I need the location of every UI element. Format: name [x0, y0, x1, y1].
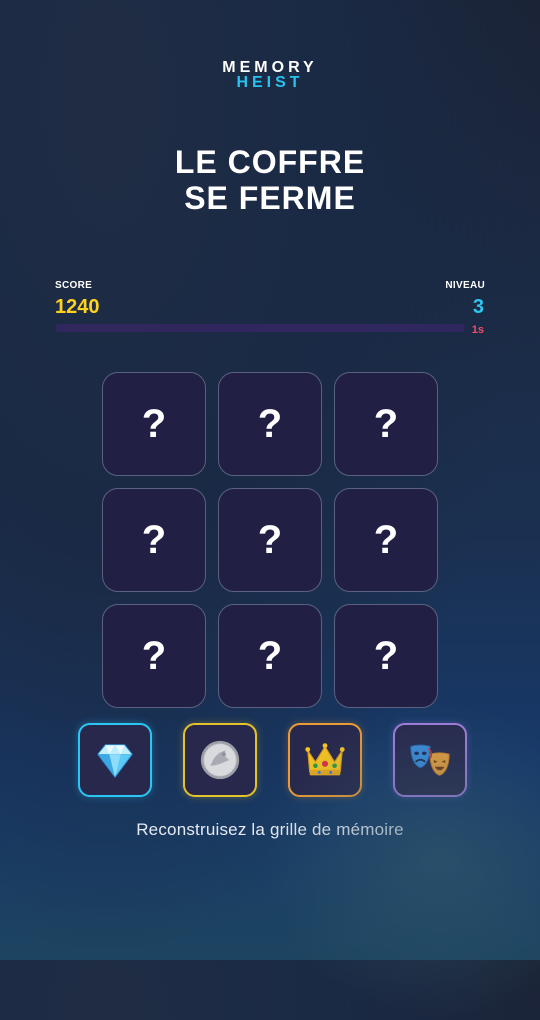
grid-tile[interactable]: ?	[334, 604, 438, 708]
grid-tile[interactable]: ?	[102, 372, 206, 476]
grid-tile[interactable]: ?	[102, 604, 206, 708]
instruction-text: Reconstruisez la grille de mémoire	[136, 820, 404, 839]
diamond-icon	[97, 744, 133, 779]
timer-text: 1s	[471, 324, 484, 336]
grid-tile[interactable]: ?	[218, 372, 322, 476]
timer-bar	[55, 324, 465, 332]
memory-grid: ? ? ? ? ? ? ? ? ?	[102, 372, 438, 708]
game-logo: MEMORY HEIST	[0, 60, 540, 91]
level-label: NIVEAU	[445, 280, 485, 291]
theater-masks-icon	[410, 744, 450, 776]
title-line-1: LE COFFRE	[174, 144, 366, 180]
logo-line-heist: HEIST	[236, 74, 304, 91]
choice-crown-button[interactable]	[288, 723, 362, 797]
grid-tile[interactable]: ?	[334, 372, 438, 476]
choice-diamond-button[interactable]	[78, 723, 152, 797]
grid-tile[interactable]: ?	[218, 488, 322, 592]
level-value: 3	[472, 296, 484, 318]
vault-closing-title: LE COFFRE SE FERME	[0, 144, 540, 216]
grid-tile[interactable]: ?	[102, 488, 206, 592]
title-line-2: SE FERME	[184, 180, 356, 216]
crown-icon	[305, 743, 345, 776]
score-label: SCORE	[55, 280, 93, 291]
grid-tile[interactable]: ?	[218, 604, 322, 708]
score-value: 1240	[55, 296, 100, 318]
choice-masks-button[interactable]	[393, 723, 467, 797]
grid-tile[interactable]: ?	[334, 488, 438, 592]
coin-icon	[200, 740, 240, 780]
choice-coin-button[interactable]	[183, 723, 257, 797]
